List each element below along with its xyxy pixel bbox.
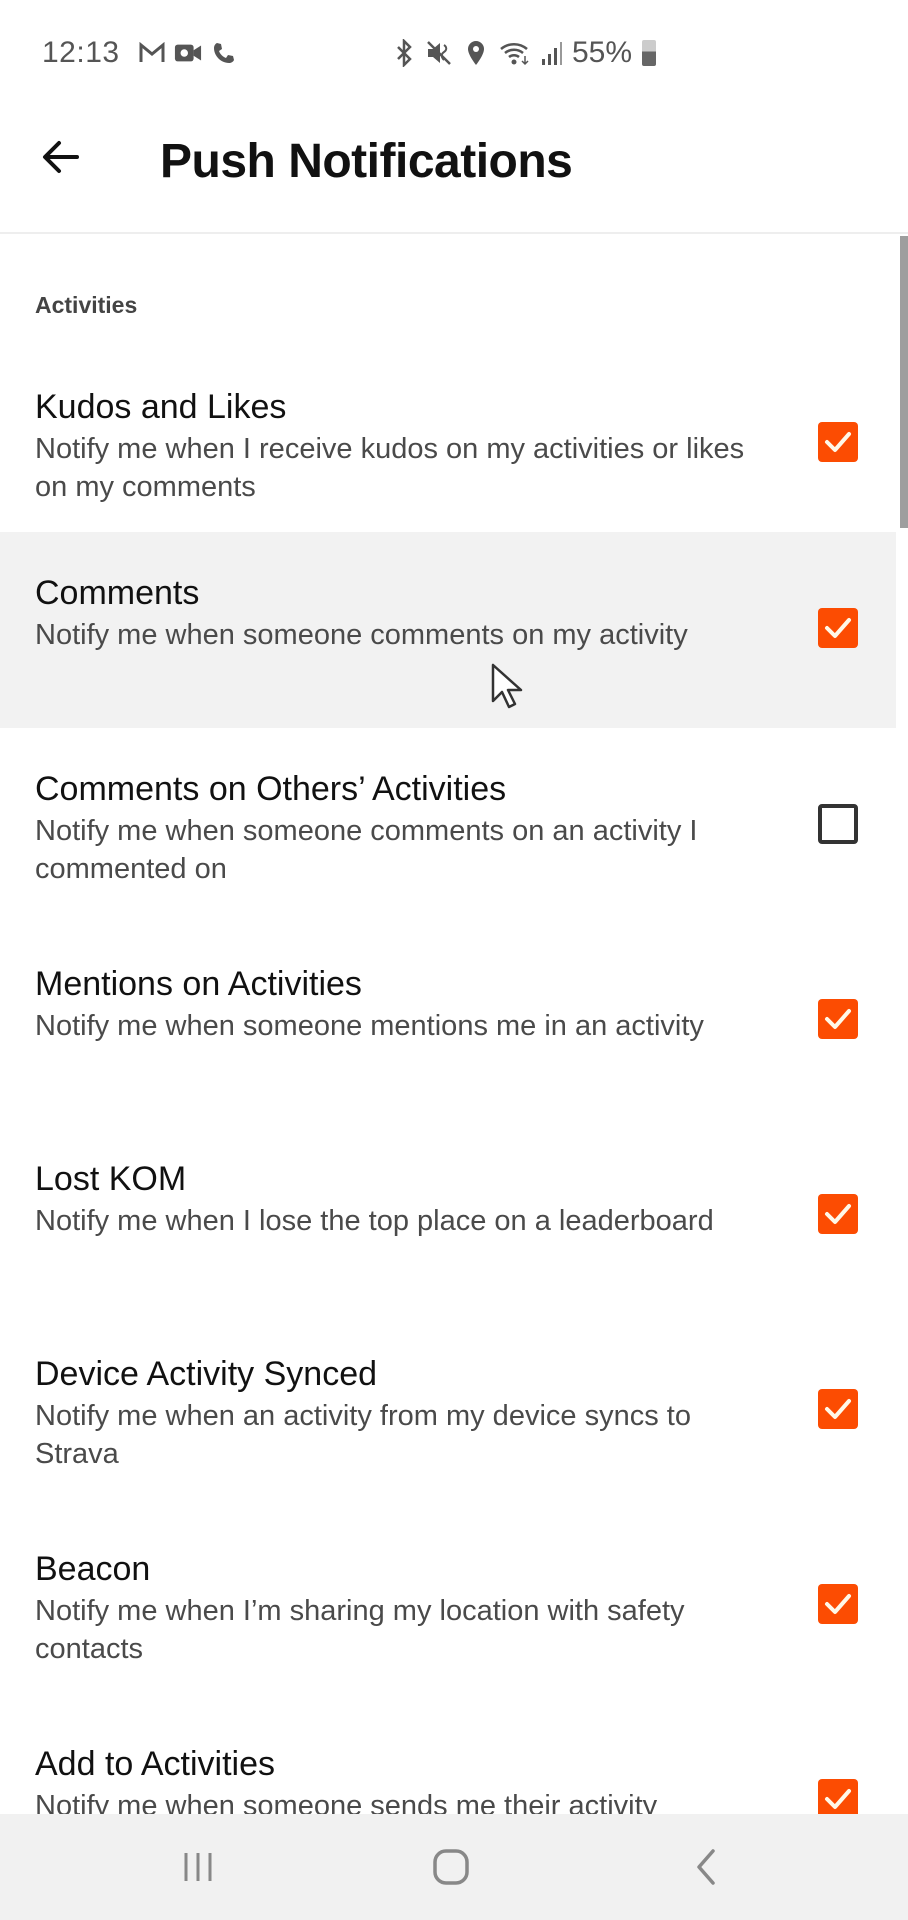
scrollbar[interactable]: [900, 236, 908, 528]
checkbox-device-activity-synced[interactable]: [818, 1389, 858, 1429]
setting-description: Notify me when someone comments on my ac…: [35, 619, 688, 651]
checkmark-icon: [825, 1594, 851, 1614]
setting-title: Add to Activities: [35, 1745, 276, 1783]
recents-button[interactable]: [168, 1840, 228, 1894]
setting-title: Beacon: [35, 1550, 151, 1588]
checkmark-icon: [825, 432, 851, 452]
status-system-icons: 55%: [390, 36, 657, 70]
signal-icon: [540, 38, 564, 68]
mute-icon: [426, 38, 454, 68]
checkmark-icon: [825, 1789, 851, 1809]
checkbox-kudos-and-likes[interactable]: [818, 422, 858, 462]
section-header-activities: Activities: [35, 292, 138, 318]
setting-row-device-activity-synced[interactable]: Device Activity Synced Notify me when an…: [0, 1313, 896, 1507]
checkbox-comments[interactable]: [818, 608, 858, 648]
location-icon: [462, 38, 490, 68]
back-button[interactable]: [36, 132, 86, 182]
setting-title: Comments on Others’ Activities: [35, 770, 507, 808]
checkbox-lost-kom[interactable]: [818, 1194, 858, 1234]
setting-description: Notify me when an activity from my devic…: [35, 1400, 691, 1470]
phone-icon: [210, 38, 238, 68]
setting-title: Mentions on Activities: [35, 965, 362, 1003]
battery-icon: [642, 40, 657, 66]
setting-row-comments[interactable]: Comments Notify me when someone comments…: [0, 532, 896, 728]
checkbox-comments-on-others-activities[interactable]: [818, 804, 858, 844]
recents-icon: [184, 1853, 212, 1881]
setting-title: Device Activity Synced: [35, 1355, 378, 1393]
checkmark-icon: [825, 1399, 851, 1419]
setting-description: Notify me when someone comments on an ac…: [35, 815, 698, 885]
setting-row-mentions-on-activities[interactable]: Mentions on Activities Notify me when so…: [0, 923, 896, 1117]
setting-row-kudos-and-likes[interactable]: Kudos and Likes Notify me when I receive…: [0, 346, 896, 540]
status-notification-icons: [138, 38, 238, 68]
status-time: 12:13: [42, 36, 120, 69]
checkbox-mentions-on-activities[interactable]: [818, 999, 858, 1039]
checkmark-icon: [825, 618, 851, 638]
back-icon: [697, 1849, 715, 1885]
checkbox-beacon[interactable]: [818, 1584, 858, 1624]
setting-description: Notify me when I receive kudos on my act…: [35, 433, 745, 503]
system-navigation-bar: [0, 1814, 908, 1920]
video-call-icon: [174, 38, 202, 68]
wifi-icon: [498, 38, 532, 68]
setting-row-add-to-activities[interactable]: Add to Activities Notify me when someone…: [0, 1703, 896, 1814]
checkbox-add-to-activities[interactable]: [818, 1779, 858, 1814]
setting-title: Kudos and Likes: [35, 388, 287, 426]
home-button[interactable]: [421, 1840, 481, 1894]
app-bar: Push Notifications: [0, 110, 908, 234]
setting-row-beacon[interactable]: Beacon Notify me when I’m sharing my loc…: [0, 1508, 896, 1702]
setting-row-comments-on-others-activities[interactable]: Comments on Others’ Activities Notify me…: [0, 728, 896, 922]
home-icon: [433, 1849, 469, 1885]
checkmark-icon: [825, 1204, 851, 1224]
system-back-button[interactable]: [676, 1840, 736, 1894]
gmail-icon: [138, 38, 166, 68]
mouse-cursor-icon: [491, 663, 523, 709]
setting-title: Comments: [35, 574, 200, 612]
setting-description: Notify me when someone mentions me in an…: [35, 1010, 704, 1042]
setting-description: Notify me when I lose the top place on a…: [35, 1205, 714, 1237]
battery-percentage: 55%: [572, 36, 633, 69]
arrow-left-icon: [43, 141, 79, 173]
settings-list[interactable]: Activities Kudos and Likes Notify me whe…: [0, 236, 908, 1814]
status-bar: 12:13 55%: [0, 0, 908, 110]
bluetooth-icon: [390, 38, 418, 68]
setting-row-lost-kom[interactable]: Lost KOM Notify me when I lose the top p…: [0, 1118, 896, 1312]
setting-description: Notify me when someone sends me their ac…: [35, 1790, 658, 1814]
setting-description: Notify me when I’m sharing my location w…: [35, 1595, 685, 1665]
setting-title: Lost KOM: [35, 1160, 187, 1198]
page-title: Push Notifications: [160, 135, 573, 188]
checkmark-icon: [825, 1009, 851, 1029]
